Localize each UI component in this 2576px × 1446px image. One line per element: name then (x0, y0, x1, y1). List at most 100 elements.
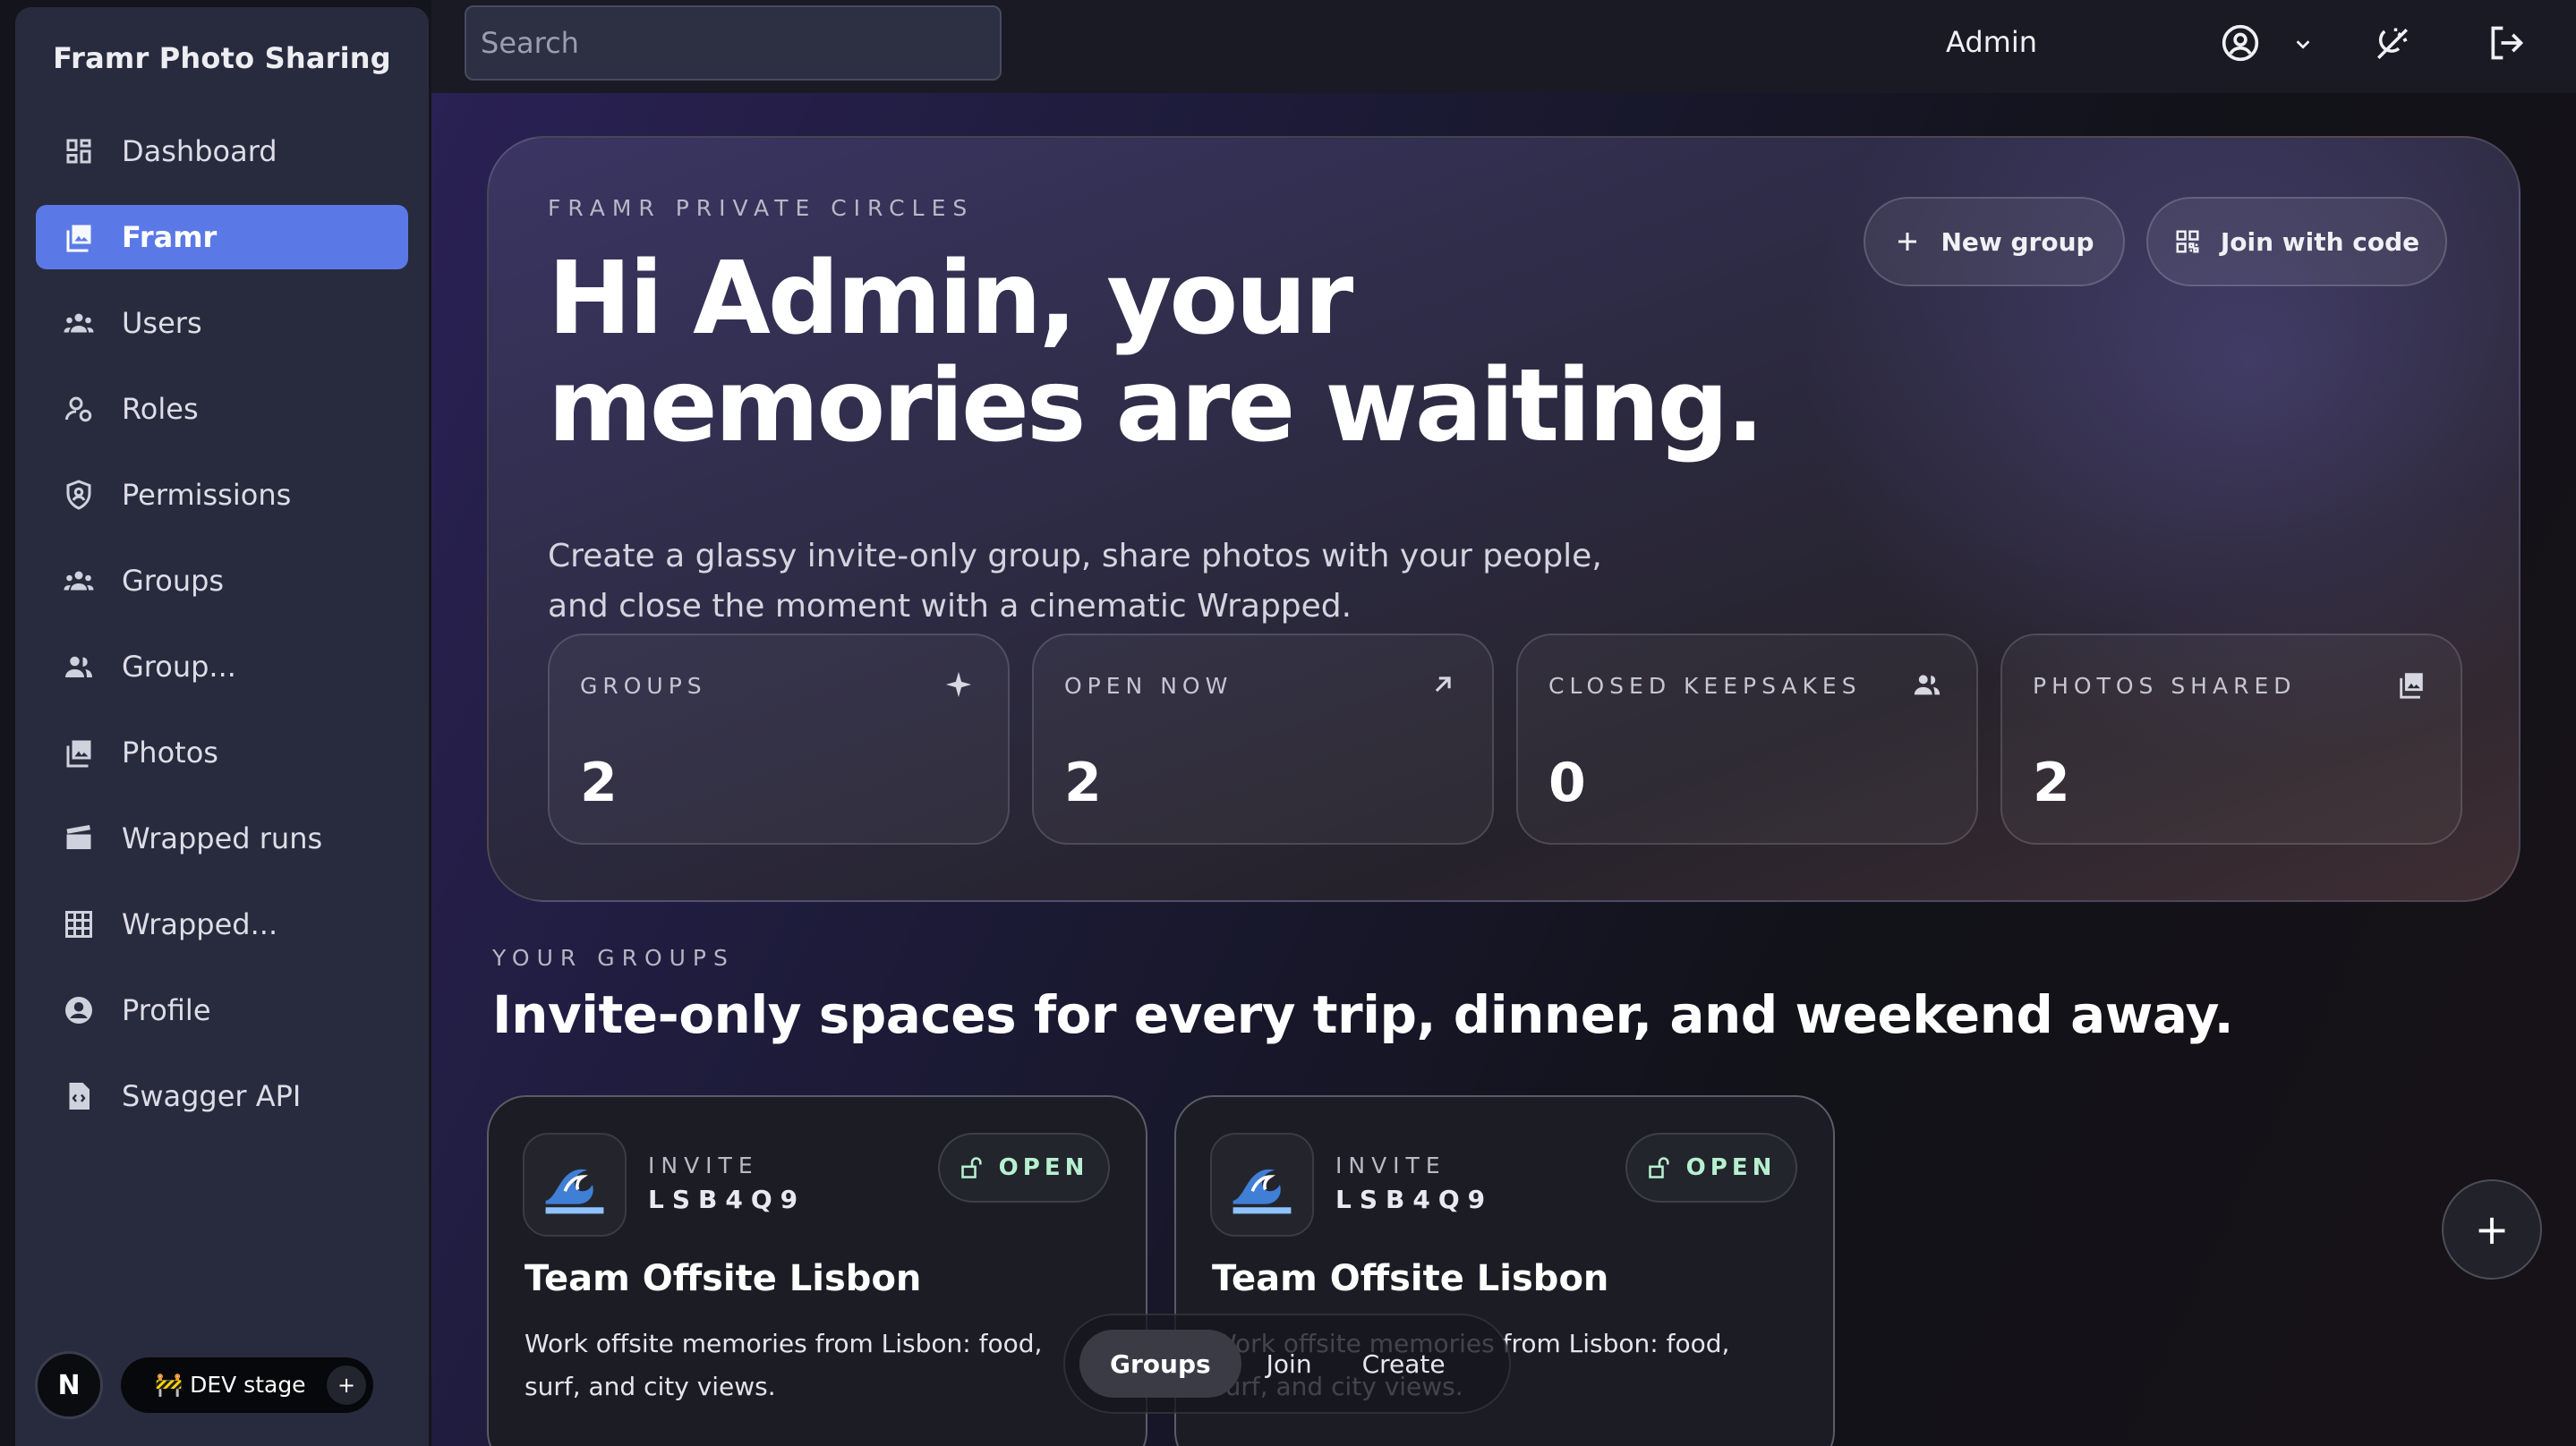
new-group-label: New group (1941, 226, 2094, 257)
sidebar-item-groups[interactable]: Groups (36, 549, 408, 613)
unlock-icon (960, 1155, 985, 1180)
main-content: FRAMR PRIVATE CIRCLES Hi Admin, your mem… (431, 93, 2576, 1446)
status-badge: OPEN (1625, 1133, 1797, 1203)
sidebar-item-wrapped-more[interactable]: Wrapped... (36, 892, 408, 957)
group-emoji (1210, 1133, 1314, 1237)
bottom-nav-create[interactable]: Create (1337, 1330, 1471, 1398)
stat-label: OPEN NOW (1064, 673, 1233, 699)
top-bar: Admin (431, 0, 2576, 93)
grid-icon (63, 908, 95, 940)
profile-icon (63, 994, 95, 1026)
environment-add-button[interactable]: + (327, 1365, 366, 1405)
group-description: Work offsite memories from Lisbon: food,… (525, 1329, 1043, 1401)
join-with-code-label: Join with code (2220, 226, 2420, 257)
sidebar-item-label: Group... (122, 650, 236, 684)
sidebar-item-label: Groups (122, 564, 225, 598)
sidebar-item-profile[interactable]: Profile (36, 978, 408, 1042)
sidebar-item-users[interactable]: Users (36, 291, 408, 355)
sidebar-item-photos[interactable]: Photos (36, 720, 408, 785)
stat-label: GROUPS (580, 673, 707, 699)
group-title: Team Offsite Lisbon (525, 1258, 922, 1299)
bottom-nav-groups[interactable]: Groups (1079, 1330, 1241, 1398)
theme-toggle-icon[interactable] (2374, 25, 2411, 63)
bottom-nav: Groups Join Create (1063, 1314, 1511, 1414)
stat-value: 2 (2033, 752, 2070, 814)
group-members-icon (63, 651, 95, 683)
people-icon (1912, 669, 1942, 700)
stat-value: 2 (580, 752, 618, 814)
avatar[interactable]: N (35, 1351, 103, 1419)
user-name: Admin (1946, 25, 2037, 59)
stat-card-groups: GROUPS 2 (548, 634, 1010, 845)
chevron-down-icon[interactable] (2293, 34, 2313, 54)
sidebar-item-label: Wrapped... (122, 907, 278, 941)
sidebar-item-group-members[interactable]: Group... (36, 634, 408, 699)
hero-eyebrow: FRAMR PRIVATE CIRCLES (548, 195, 975, 221)
sidebar-nav: Dashboard Framr Users Roles Permissions (36, 119, 408, 1150)
sidebar-item-label: Users (122, 306, 202, 340)
hero-panel: FRAMR PRIVATE CIRCLES Hi Admin, your mem… (487, 136, 2521, 902)
api-document-icon (63, 1080, 95, 1112)
unlock-icon (1647, 1155, 1672, 1180)
stat-card-closed-keepsakes: CLOSED KEEPSAKES 0 (1516, 634, 1978, 845)
stat-label: CLOSED KEEPSAKES (1548, 673, 1862, 699)
account-circle-icon[interactable] (2221, 23, 2260, 63)
bottom-nav-join[interactable]: Join (1241, 1330, 1337, 1398)
sidebar-item-label: Photos (122, 736, 218, 770)
stat-card-open-now: OPEN NOW 2 (1032, 634, 1494, 845)
photo-library-icon (63, 221, 95, 253)
status-label: OPEN (1685, 1154, 1777, 1181)
logout-icon[interactable] (2486, 23, 2526, 63)
arrow-up-right-icon (1428, 669, 1458, 700)
sidebar-item-swagger-api[interactable]: Swagger API (36, 1064, 408, 1128)
sidebar-item-label: Wrapped runs (122, 821, 323, 855)
sidebar-item-permissions[interactable]: Permissions (36, 463, 408, 527)
sidebar-item-label: Profile (122, 993, 211, 1027)
sidebar-item-dashboard[interactable]: Dashboard (36, 119, 408, 183)
groups-section-eyebrow: YOUR GROUPS (492, 945, 735, 971)
new-group-button[interactable]: New group (1864, 197, 2125, 286)
join-with-code-button[interactable]: Join with code (2146, 197, 2447, 286)
brand-title: Framr Photo Sharing (53, 41, 391, 75)
group-card[interactable]: INVITE LSB4Q9 OPEN Team Offsite Lisbon W… (487, 1095, 1147, 1446)
users-icon (63, 307, 95, 339)
plus-icon (1894, 228, 1921, 255)
clapperboard-icon (63, 822, 95, 855)
groups-icon (63, 565, 95, 597)
search-input[interactable] (465, 5, 1002, 81)
roles-icon (63, 393, 95, 425)
sidebar-item-label: Framr (122, 220, 218, 254)
wave-icon (1233, 1169, 1292, 1214)
sidebar-item-label: Permissions (122, 478, 292, 512)
invite-label: INVITE (1335, 1153, 1446, 1178)
status-label: OPEN (998, 1154, 1089, 1181)
sidebar-item-label: Swagger API (122, 1079, 302, 1113)
stat-value: 0 (1548, 752, 1586, 814)
sidebar-item-wrapped-runs[interactable]: Wrapped runs (36, 806, 408, 871)
qr-code-icon (2174, 228, 2201, 255)
photos-icon (63, 736, 95, 769)
hero-title: Hi Admin, your memories are waiting. (548, 241, 1764, 464)
stat-value: 2 (1064, 752, 1102, 814)
sidebar-item-framr[interactable]: Framr (36, 205, 408, 269)
invite-code: LSB4Q9 (1335, 1185, 1494, 1214)
dashboard-icon (63, 135, 95, 167)
environment-label: 🚧 DEV stage (155, 1372, 306, 1398)
invite-label: INVITE (648, 1153, 759, 1178)
wave-icon (545, 1169, 604, 1214)
environment-badge[interactable]: 🚧 DEV stage + (121, 1357, 373, 1413)
sidebar-item-roles[interactable]: Roles (36, 377, 408, 441)
invite-code: LSB4Q9 (648, 1185, 806, 1214)
sparkle-icon (943, 669, 974, 700)
sidebar-footer: N 🚧 DEV stage + (35, 1351, 373, 1419)
groups-section-title: Invite-only spaces for every trip, dinne… (492, 984, 2234, 1045)
photo-stack-icon (2396, 669, 2427, 700)
status-badge: OPEN (938, 1133, 1110, 1203)
group-emoji (523, 1133, 627, 1237)
sidebar-item-label: Roles (122, 392, 199, 426)
stat-label: PHOTOS SHARED (2033, 673, 2297, 699)
group-title: Team Offsite Lisbon (1212, 1258, 1609, 1299)
stat-card-photos-shared: PHOTOS SHARED 2 (2000, 634, 2462, 845)
floating-add-button[interactable]: + (2442, 1179, 2542, 1280)
shield-icon (63, 479, 95, 511)
